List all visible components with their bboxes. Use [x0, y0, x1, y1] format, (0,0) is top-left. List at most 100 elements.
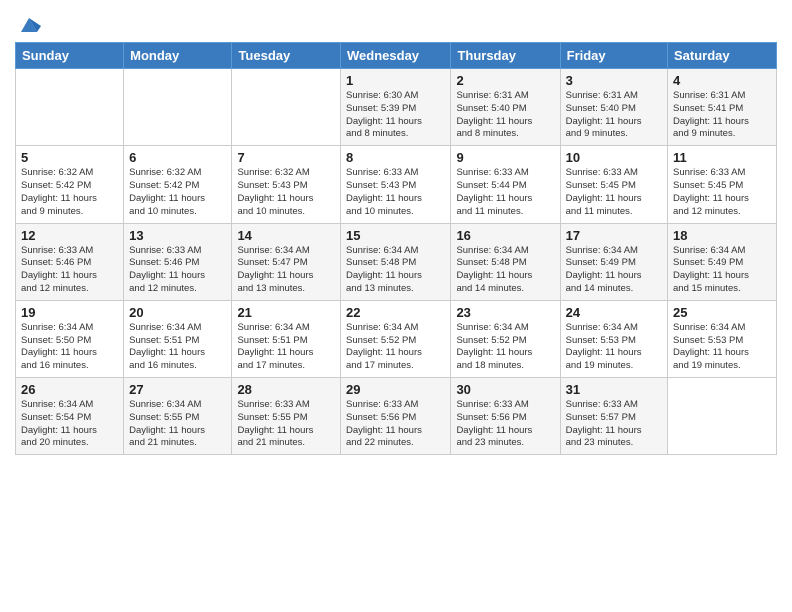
day-info: Sunrise: 6:34 AM Sunset: 5:48 PM Dayligh… [346, 245, 445, 296]
day-number: 27 [129, 382, 226, 397]
day-number: 12 [21, 228, 118, 243]
day-info: Sunrise: 6:34 AM Sunset: 5:52 PM Dayligh… [346, 322, 445, 373]
day-number: 10 [566, 150, 662, 165]
day-number: 23 [456, 305, 554, 320]
day-number: 8 [346, 150, 445, 165]
day-info: Sunrise: 6:33 AM Sunset: 5:56 PM Dayligh… [346, 399, 445, 450]
day-number: 25 [673, 305, 771, 320]
weekday-wednesday: Wednesday [341, 43, 451, 69]
day-info: Sunrise: 6:34 AM Sunset: 5:50 PM Dayligh… [21, 322, 118, 373]
calendar-cell: 6Sunrise: 6:32 AM Sunset: 5:42 PM Daylig… [124, 146, 232, 223]
day-number: 19 [21, 305, 118, 320]
calendar-table: SundayMondayTuesdayWednesdayThursdayFrid… [15, 42, 777, 455]
calendar-cell: 26 Sunrise: 6:34 AM Sunset: 5:54 PM Dayli… [16, 378, 124, 455]
weekday-friday: Friday [560, 43, 667, 69]
day-number: 13 [129, 228, 226, 243]
calendar-cell: 30 Sunrise: 6:33 AM Sunset: 5:56 PM Dayli… [451, 378, 560, 455]
calendar-cell: 13 Sunrise: 6:33 AM Sunset: 5:46 PM Dayli… [124, 223, 232, 300]
calendar-cell: 22 Sunrise: 6:34 AM Sunset: 5:52 PM Dayli… [341, 300, 451, 377]
day-info: Sunrise: 6:33 AM Sunset: 5:57 PM Dayligh… [566, 399, 662, 450]
day-number: 2 [456, 73, 554, 88]
day-number: 24 [566, 305, 662, 320]
logo [15, 14, 41, 34]
day-info: Sunrise: 6:31 AM Sunset: 5:41 PM Dayligh… [673, 90, 771, 141]
calendar-cell: 29 Sunrise: 6:33 AM Sunset: 5:56 PM Dayli… [341, 378, 451, 455]
day-info: Sunrise: 6:34 AM Sunset: 5:47 PM Dayligh… [237, 245, 335, 296]
day-number: 4 [673, 73, 771, 88]
calendar-cell: 16 Sunrise: 6:34 AM Sunset: 5:48 PM Dayli… [451, 223, 560, 300]
calendar-cell [668, 378, 777, 455]
calendar-cell: 11Sunrise: 6:33 AM Sunset: 5:45 PM Dayli… [668, 146, 777, 223]
day-info: Sunrise: 6:34 AM Sunset: 5:51 PM Dayligh… [237, 322, 335, 373]
page: SundayMondayTuesdayWednesdayThursdayFrid… [0, 0, 792, 612]
day-number: 9 [456, 150, 554, 165]
day-info: Sunrise: 6:34 AM Sunset: 5:49 PM Dayligh… [673, 245, 771, 296]
day-number: 28 [237, 382, 335, 397]
weekday-thursday: Thursday [451, 43, 560, 69]
calendar-cell: 14 Sunrise: 6:34 AM Sunset: 5:47 PM Dayli… [232, 223, 341, 300]
header [15, 10, 777, 34]
day-info: Sunrise: 6:34 AM Sunset: 5:52 PM Dayligh… [456, 322, 554, 373]
week-row-4: 26 Sunrise: 6:34 AM Sunset: 5:54 PM Dayli… [16, 378, 777, 455]
day-number: 22 [346, 305, 445, 320]
day-info: Sunrise: 6:33 AM Sunset: 5:43 PM Dayligh… [346, 167, 445, 218]
day-number: 7 [237, 150, 335, 165]
calendar-cell: 18 Sunrise: 6:34 AM Sunset: 5:49 PM Dayli… [668, 223, 777, 300]
calendar-cell: 17 Sunrise: 6:34 AM Sunset: 5:49 PM Dayli… [560, 223, 667, 300]
day-info: Sunrise: 6:34 AM Sunset: 5:54 PM Dayligh… [21, 399, 118, 450]
day-info: Sunrise: 6:30 AM Sunset: 5:39 PM Dayligh… [346, 90, 445, 141]
day-info: Sunrise: 6:34 AM Sunset: 5:53 PM Dayligh… [566, 322, 662, 373]
weekday-header-row: SundayMondayTuesdayWednesdayThursdayFrid… [16, 43, 777, 69]
day-info: Sunrise: 6:33 AM Sunset: 5:56 PM Dayligh… [456, 399, 554, 450]
weekday-monday: Monday [124, 43, 232, 69]
day-info: Sunrise: 6:34 AM Sunset: 5:53 PM Dayligh… [673, 322, 771, 373]
day-number: 6 [129, 150, 226, 165]
calendar-cell: 31 Sunrise: 6:33 AM Sunset: 5:57 PM Dayli… [560, 378, 667, 455]
calendar-cell: 19 Sunrise: 6:34 AM Sunset: 5:50 PM Dayli… [16, 300, 124, 377]
day-number: 26 [21, 382, 118, 397]
day-number: 5 [21, 150, 118, 165]
day-number: 29 [346, 382, 445, 397]
day-number: 30 [456, 382, 554, 397]
day-number: 31 [566, 382, 662, 397]
calendar-cell: 24 Sunrise: 6:34 AM Sunset: 5:53 PM Dayli… [560, 300, 667, 377]
calendar-cell: 15Sunrise: 6:34 AM Sunset: 5:48 PM Dayli… [341, 223, 451, 300]
day-number: 18 [673, 228, 771, 243]
day-number: 14 [237, 228, 335, 243]
week-row-1: 5Sunrise: 6:32 AM Sunset: 5:42 PM Daylig… [16, 146, 777, 223]
day-info: Sunrise: 6:33 AM Sunset: 5:45 PM Dayligh… [566, 167, 662, 218]
day-info: Sunrise: 6:31 AM Sunset: 5:40 PM Dayligh… [566, 90, 662, 141]
day-info: Sunrise: 6:33 AM Sunset: 5:55 PM Dayligh… [237, 399, 335, 450]
day-number: 17 [566, 228, 662, 243]
weekday-tuesday: Tuesday [232, 43, 341, 69]
calendar-cell [16, 69, 124, 146]
day-info: Sunrise: 6:33 AM Sunset: 5:46 PM Dayligh… [129, 245, 226, 296]
day-number: 21 [237, 305, 335, 320]
day-info: Sunrise: 6:31 AM Sunset: 5:40 PM Dayligh… [456, 90, 554, 141]
day-number: 11 [673, 150, 771, 165]
day-info: Sunrise: 6:34 AM Sunset: 5:55 PM Dayligh… [129, 399, 226, 450]
calendar-cell: 23 Sunrise: 6:34 AM Sunset: 5:52 PM Dayli… [451, 300, 560, 377]
week-row-3: 19 Sunrise: 6:34 AM Sunset: 5:50 PM Dayli… [16, 300, 777, 377]
logo-icon [17, 14, 41, 38]
calendar-cell: 27 Sunrise: 6:34 AM Sunset: 5:55 PM Dayli… [124, 378, 232, 455]
weekday-sunday: Sunday [16, 43, 124, 69]
calendar-cell [232, 69, 341, 146]
week-row-0: 1Sunrise: 6:30 AM Sunset: 5:39 PM Daylig… [16, 69, 777, 146]
calendar-cell: 25 Sunrise: 6:34 AM Sunset: 5:53 PM Dayli… [668, 300, 777, 377]
calendar-cell: 7Sunrise: 6:32 AM Sunset: 5:43 PM Daylig… [232, 146, 341, 223]
calendar-cell: 12 Sunrise: 6:33 AM Sunset: 5:46 PM Dayli… [16, 223, 124, 300]
day-number: 16 [456, 228, 554, 243]
day-info: Sunrise: 6:34 AM Sunset: 5:49 PM Dayligh… [566, 245, 662, 296]
day-info: Sunrise: 6:34 AM Sunset: 5:48 PM Dayligh… [456, 245, 554, 296]
week-row-2: 12 Sunrise: 6:33 AM Sunset: 5:46 PM Dayli… [16, 223, 777, 300]
day-info: Sunrise: 6:33 AM Sunset: 5:44 PM Dayligh… [456, 167, 554, 218]
day-number: 20 [129, 305, 226, 320]
calendar-cell: 2 Sunrise: 6:31 AM Sunset: 5:40 PM Daylig… [451, 69, 560, 146]
calendar-cell: 28 Sunrise: 6:33 AM Sunset: 5:55 PM Dayli… [232, 378, 341, 455]
calendar-cell: 20Sunrise: 6:34 AM Sunset: 5:51 PM Dayli… [124, 300, 232, 377]
day-info: Sunrise: 6:33 AM Sunset: 5:46 PM Dayligh… [21, 245, 118, 296]
calendar-cell: 21 Sunrise: 6:34 AM Sunset: 5:51 PM Dayli… [232, 300, 341, 377]
day-number: 3 [566, 73, 662, 88]
calendar-cell: 4 Sunrise: 6:31 AM Sunset: 5:41 PM Daylig… [668, 69, 777, 146]
